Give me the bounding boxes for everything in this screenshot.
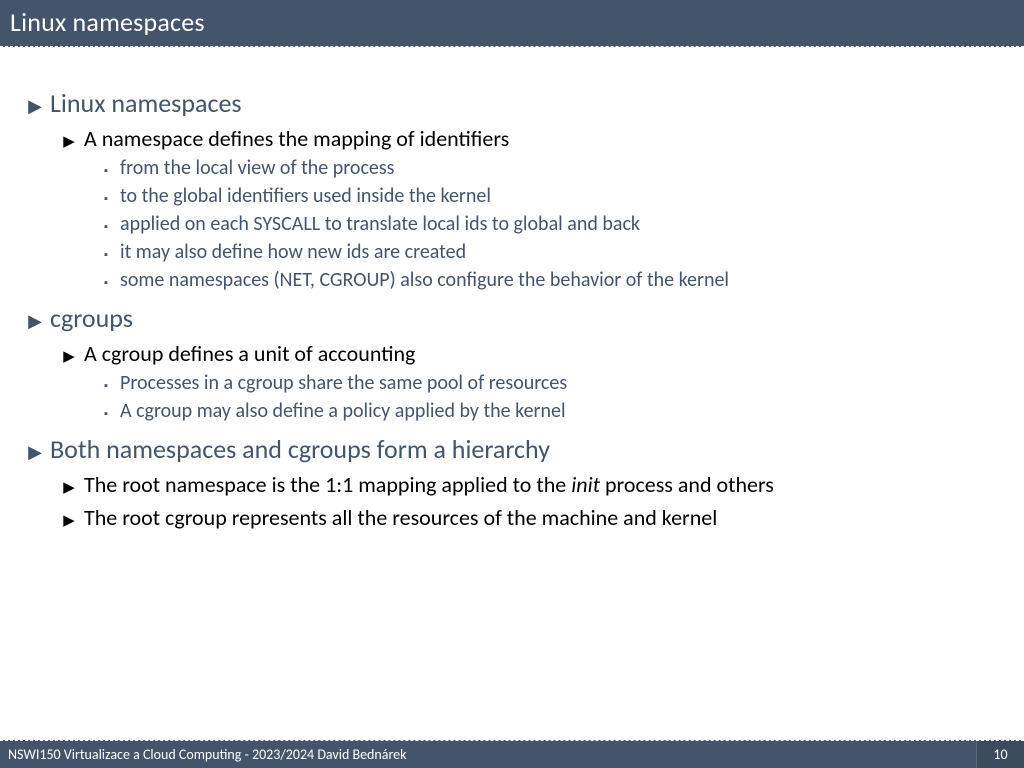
level1-text: Both namespaces and cgroups form a hiera… bbox=[50, 433, 550, 465]
triangle-right-icon: ▶ bbox=[54, 347, 84, 366]
level1-item: ▶Linux namespaces bbox=[20, 87, 1004, 119]
square-bullet-icon: ▪ bbox=[92, 248, 120, 261]
square-bullet-icon: ▪ bbox=[92, 407, 120, 420]
level3-item: ▪to the global identifiers used inside t… bbox=[92, 184, 1004, 208]
level3-text: to the global identifiers used inside th… bbox=[120, 184, 491, 208]
level2-text: A cgroup defines a unit of accounting bbox=[84, 340, 415, 367]
level3-item: ▪from the local view of the process bbox=[92, 156, 1004, 180]
slide-title: Linux namespaces bbox=[0, 0, 1024, 47]
triangle-right-icon: ▶ bbox=[20, 95, 50, 117]
level2-item: ▶The root namespace is the 1:1 mapping a… bbox=[54, 471, 1004, 498]
level2-item: ▶A namespace defines the mapping of iden… bbox=[54, 125, 1004, 152]
square-bullet-icon: ▪ bbox=[92, 192, 120, 205]
triangle-right-icon: ▶ bbox=[54, 478, 84, 497]
triangle-right-icon: ▶ bbox=[20, 441, 50, 463]
level2-text: A namespace defines the mapping of ident… bbox=[84, 125, 509, 152]
square-bullet-icon: ▪ bbox=[92, 220, 120, 233]
triangle-right-icon: ▶ bbox=[54, 511, 84, 530]
triangle-right-icon: ▶ bbox=[54, 132, 84, 151]
level2-text: The root namespace is the 1:1 mapping ap… bbox=[84, 471, 774, 498]
level3-text: Processes in a cgroup share the same poo… bbox=[120, 371, 567, 395]
level2-text: The root cgroup represents all the resou… bbox=[84, 504, 717, 531]
level3-text: some namespaces (NET, CGROUP) also confi… bbox=[120, 268, 729, 292]
level1-text: cgroups bbox=[50, 302, 133, 334]
footer-course: NSWI150 Virtualizace a Cloud Computing -… bbox=[0, 746, 976, 763]
level3-text: applied on each SYSCALL to translate loc… bbox=[120, 212, 640, 236]
level3-text: A cgroup may also define a policy applie… bbox=[120, 399, 566, 423]
level2-item: ▶A cgroup defines a unit of accounting bbox=[54, 340, 1004, 367]
level1-text: Linux namespaces bbox=[50, 87, 242, 119]
level3-item: ▪it may also define how new ids are crea… bbox=[92, 240, 1004, 264]
triangle-right-icon: ▶ bbox=[20, 310, 50, 332]
level3-item: ▪Processes in a cgroup share the same po… bbox=[92, 371, 1004, 395]
level3-text: from the local view of the process bbox=[120, 156, 395, 180]
slide-content: ▶Linux namespaces▶A namespace defines th… bbox=[0, 47, 1024, 545]
level3-item: ▪A cgroup may also define a policy appli… bbox=[92, 399, 1004, 423]
square-bullet-icon: ▪ bbox=[92, 379, 120, 392]
slide-footer: NSWI150 Virtualizace a Cloud Computing -… bbox=[0, 740, 1024, 768]
level3-item: ▪applied on each SYSCALL to translate lo… bbox=[92, 212, 1004, 236]
square-bullet-icon: ▪ bbox=[92, 164, 120, 177]
level1-item: ▶cgroups bbox=[20, 302, 1004, 334]
level3-item: ▪some namespaces (NET, CGROUP) also conf… bbox=[92, 268, 1004, 292]
level1-item: ▶Both namespaces and cgroups form a hier… bbox=[20, 433, 1004, 465]
level2-item: ▶The root cgroup represents all the reso… bbox=[54, 504, 1004, 531]
footer-page-number: 10 bbox=[976, 741, 1024, 768]
square-bullet-icon: ▪ bbox=[92, 276, 120, 289]
level3-text: it may also define how new ids are creat… bbox=[120, 240, 466, 264]
